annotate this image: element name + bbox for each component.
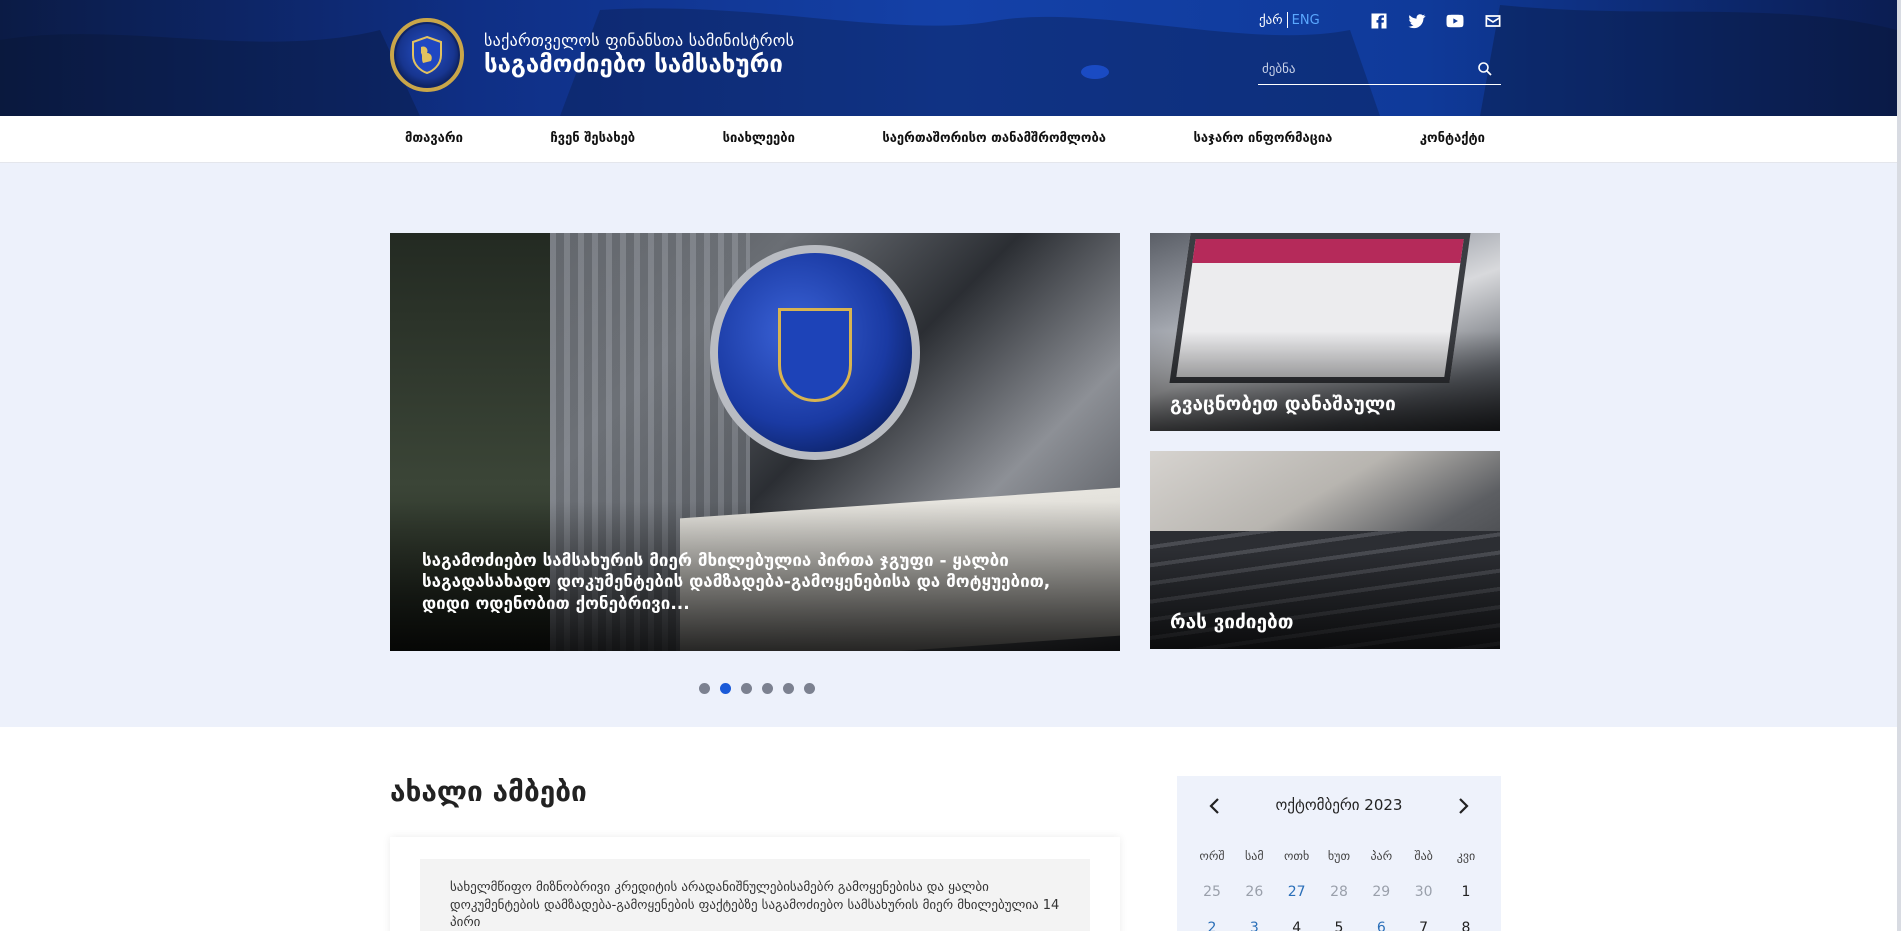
what-we-investigate-label: რას ვიძიებთ [1170,611,1294,633]
lang-en-link[interactable]: ENG [1292,13,1320,28]
mail-icon[interactable] [1481,10,1505,32]
chevron-right-icon[interactable] [1451,794,1475,818]
calendar-day[interactable]: 3 [1233,920,1275,931]
calendar-week-row: 25 26 27 28 29 30 1 [1191,874,1487,910]
calendar-week-row: 2 3 4 5 6 7 8 [1191,910,1487,931]
weekday-label: პარ [1370,849,1393,863]
nav-item-about[interactable]: ჩვენ შესახებ [550,131,635,146]
slider-dots [699,683,815,694]
calendar-header: ოქტომბერი 2023 [1177,794,1501,818]
org-line1: საქართველოს ფინანსთა სამინისტროს [484,31,795,50]
slide-emblem-image [710,245,920,460]
nav-item-international[interactable]: საერთაშორისო თანამშრომლობა [882,131,1106,146]
twitter-icon[interactable] [1405,10,1429,32]
search-box [1258,55,1501,85]
slider-dot[interactable] [741,683,752,694]
what-we-investigate-tile[interactable]: რას ვიძიებთ [1150,451,1500,649]
weekday-label: ორშ [1199,849,1225,863]
main-nav: მთავარი ჩვენ შესახებ სიახლეები საერთაშორ… [0,116,1897,163]
search-input[interactable] [1258,55,1458,83]
page-scrollbar[interactable] [1897,0,1901,931]
lang-ka-link[interactable]: ქარ [1259,13,1283,28]
slider-dot[interactable] [783,683,794,694]
org-line2: საგამოძიებო სამსახური [484,50,783,79]
calendar-day[interactable]: 8 [1445,920,1487,931]
slider-dot-active[interactable] [720,683,731,694]
weekday-label: შაბ [1414,849,1433,863]
calendar-day[interactable]: 26 [1233,884,1275,900]
language-switcher: ქარ ENG [1259,12,1320,28]
slide-caption[interactable]: საგამოძიებო სამსახურის მიერ მხილებულია პ… [422,551,1102,615]
nav-item-public-info[interactable]: საჯარო ინფორმაცია [1193,131,1332,146]
header-logo-link[interactable]: საქართველოს ფინანსთა სამინისტროს საგამოძ… [390,18,794,92]
youtube-icon[interactable] [1443,10,1467,32]
news-card-inner: სახელმწიფო მიზნობრივი კრედიტის არადანიშნ… [420,859,1090,931]
world-map-background [0,5,1897,116]
site-header: საქართველოს ფინანსთა სამინისტროს საგამოძ… [0,0,1897,116]
slider-dot[interactable] [699,683,710,694]
calendar-day[interactable]: 27 [1276,884,1318,900]
social-links [1367,10,1505,32]
calendar-day[interactable]: 1 [1445,884,1487,900]
lion-shield-icon [412,35,442,75]
calendar-day[interactable]: 2 [1191,920,1233,931]
facebook-icon[interactable] [1367,10,1391,32]
weekday-label: ხუთ [1327,849,1351,863]
slider-dot[interactable] [804,683,815,694]
weekday-label: კვი [1456,849,1476,863]
report-crime-tile[interactable]: გვაცნობეთ დანაშაული [1150,233,1500,431]
lang-separator [1286,12,1288,28]
news-card[interactable]: სახელმწიფო მიზნობრივი კრედიტის არადანიშნ… [390,837,1120,931]
weekday-label: სამ [1245,849,1264,863]
calendar-day[interactable]: 5 [1318,920,1360,931]
nav-item-contact[interactable]: კონტაქტი [1420,131,1485,146]
calendar-day[interactable]: 6 [1360,920,1402,931]
hero-section: საგამოძიებო სამსახურის მიერ მხილებულია პ… [0,163,1897,727]
calendar-day[interactable]: 28 [1318,884,1360,900]
emblem-logo [390,18,464,92]
weekday-label: ოთხ [1284,849,1310,863]
nav-item-home[interactable]: მთავარი [405,131,463,146]
report-crime-label: გვაცნობეთ დანაშაული [1170,393,1396,415]
calendar-widget: ოქტომბერი 2023 ორშ სამ ოთხ ხუთ პარ შაბ კ… [1177,776,1501,931]
calendar-day[interactable]: 4 [1276,920,1318,931]
news-section-title: ახალი ამბები [390,775,587,808]
emblem-shield [778,308,852,402]
calendar-day[interactable]: 25 [1191,884,1233,900]
calendar-day[interactable]: 29 [1360,884,1402,900]
calendar-day[interactable]: 7 [1403,920,1445,931]
nav-item-news[interactable]: სიახლეები [723,131,795,146]
slider-dot[interactable] [762,683,773,694]
hero-slide[interactable]: საგამოძიებო სამსახურის მიერ მხილებულია პ… [390,233,1120,651]
calendar-grid: ორშ სამ ოთხ ხუთ პარ შაბ კვი 25 26 27 28 … [1191,838,1487,931]
tile-overlay [1150,549,1500,649]
search-icon[interactable] [1477,61,1493,77]
news-item-text[interactable]: სახელმწიფო მიზნობრივი კრედიტის არადანიშნ… [450,879,1060,931]
calendar-day[interactable]: 30 [1403,884,1445,900]
calendar-weekdays: ორშ სამ ოთხ ხუთ პარ შაბ კვი [1191,838,1487,874]
tile-overlay [1150,331,1500,431]
